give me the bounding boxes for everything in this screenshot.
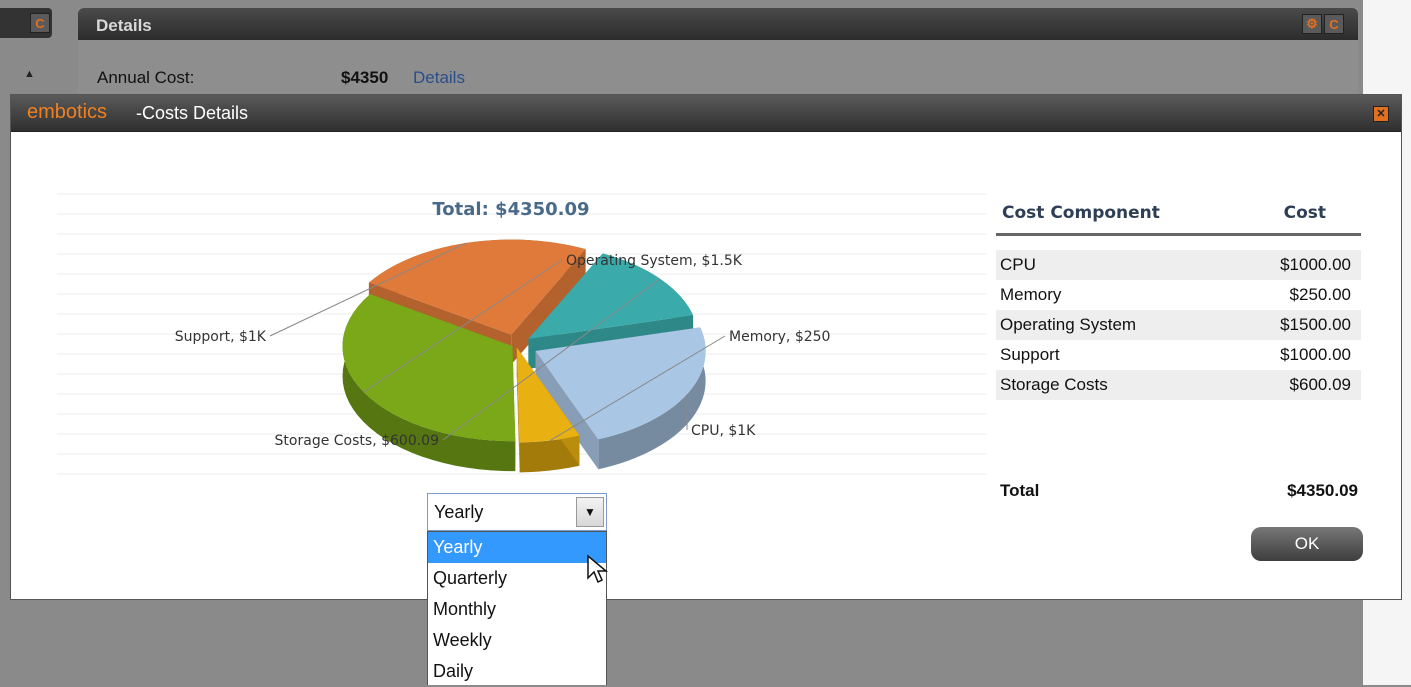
ok-button[interactable]: OK xyxy=(1251,527,1363,561)
background-left-toolbar: C xyxy=(0,8,52,38)
settings-icon[interactable]: ⚙ xyxy=(1302,14,1322,34)
period-select[interactable]: Yearly ▼ xyxy=(427,493,607,531)
slice-label: Operating System, $1.5K xyxy=(566,253,743,269)
row-component: Memory xyxy=(1000,285,1061,305)
row-component: Storage Costs xyxy=(1000,375,1108,395)
header-cost-component: Cost Component xyxy=(1002,203,1160,223)
period-dropdown-list: Yearly Quarterly Monthly Weekly Daily xyxy=(427,531,607,685)
table-row: Operating System $1500.00 xyxy=(996,310,1361,340)
table-header: Cost Component Cost xyxy=(996,197,1361,236)
details-panel: Details ⚙ C xyxy=(78,8,1358,98)
header-cost: Cost xyxy=(1284,203,1326,223)
period-option-daily[interactable]: Daily xyxy=(428,656,606,687)
mouse-cursor-icon xyxy=(586,554,610,588)
cost-pie-chart: CPU, $1K Memory, $250 Operating System, $1… xyxy=(11,95,1011,495)
total-label: Total xyxy=(1000,481,1039,501)
row-component: CPU xyxy=(1000,255,1036,275)
annual-cost-label: Annual Cost: xyxy=(97,68,194,88)
slice-label: CPU, $1K xyxy=(691,423,756,439)
row-component: Support xyxy=(1000,345,1060,365)
period-option-monthly[interactable]: Monthly xyxy=(428,594,606,625)
slice-label: Support, $1K xyxy=(175,329,267,345)
period-select-value: Yearly xyxy=(434,502,483,523)
table-body: CPU $1000.00 Memory $250.00 Operating Sy… xyxy=(996,250,1361,400)
cost-table: Cost Component Cost CPU $1000.00 Memory … xyxy=(996,197,1361,400)
details-panel-title: Details xyxy=(96,16,152,36)
period-option-yearly[interactable]: Yearly xyxy=(428,532,606,563)
row-cost: $600.09 xyxy=(1290,375,1351,395)
row-cost: $1000.00 xyxy=(1280,255,1351,275)
table-row: Storage Costs $600.09 xyxy=(996,370,1361,400)
row-cost: $1000.00 xyxy=(1280,345,1351,365)
close-icon[interactable]: ✕ xyxy=(1373,106,1389,122)
chevron-down-icon[interactable]: ▼ xyxy=(576,497,604,527)
refresh-icon[interactable]: C xyxy=(1324,14,1344,34)
total-value: $4350.09 xyxy=(1287,481,1358,501)
annual-cost-details-link[interactable]: Details xyxy=(413,68,465,88)
row-cost: $250.00 xyxy=(1290,285,1351,305)
refresh-icon[interactable]: C xyxy=(30,13,50,33)
table-row: CPU $1000.00 xyxy=(996,250,1361,280)
details-panel-header: Details ⚙ C xyxy=(78,8,1358,40)
period-option-weekly[interactable]: Weekly xyxy=(428,625,606,656)
collapse-arrow-icon[interactable]: ▲ xyxy=(24,68,35,80)
panel-buttons: ⚙ C xyxy=(1302,14,1344,34)
row-cost: $1500.00 xyxy=(1280,315,1351,335)
table-row: Support $1000.00 xyxy=(996,340,1361,370)
row-component: Operating System xyxy=(1000,315,1136,335)
table-row: Memory $250.00 xyxy=(996,280,1361,310)
annual-cost-value: $4350 xyxy=(341,68,388,88)
slice-label: Memory, $250 xyxy=(729,329,830,345)
period-option-quarterly[interactable]: Quarterly xyxy=(428,563,606,594)
costs-details-dialog: embotics -Costs Details ✕ Total: $4350.0… xyxy=(10,94,1402,600)
slice-label: Storage Costs, $600.09 xyxy=(275,433,439,449)
